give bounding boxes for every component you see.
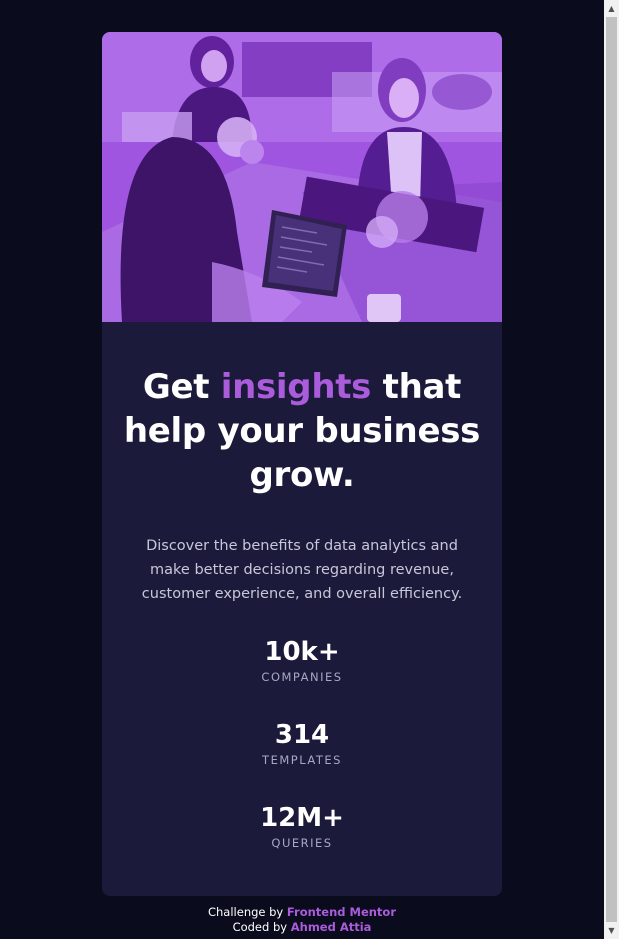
author-link[interactable]: Ahmed Attia: [291, 920, 372, 934]
hero-image: [102, 32, 502, 322]
scroll-up-arrow-icon[interactable]: ▲: [604, 0, 619, 17]
frontend-mentor-link[interactable]: Frontend Mentor: [287, 905, 396, 919]
scroll-down-arrow-icon[interactable]: ▼: [604, 922, 619, 939]
scrollbar-thumb[interactable]: [606, 17, 617, 922]
stat-value: 12M+: [260, 803, 344, 833]
stat-value: 10k+: [264, 637, 340, 667]
stat-queries: 12M+ QUERIES: [102, 802, 502, 851]
vertical-scrollbar[interactable]: ▲ ▼: [604, 0, 619, 939]
attribution-challenge-prefix: Challenge by: [207, 905, 287, 919]
stat-templates: 314 TEMPLATES: [102, 719, 502, 768]
stat-companies: 10k+ COMPANIES: [102, 636, 502, 685]
attribution-challenge-line: Challenge by Frontend Mentor: [102, 905, 502, 920]
page-viewport: Get insights that help your business gro…: [0, 0, 604, 939]
heading-text-before: Get: [142, 367, 221, 407]
card-heading: Get insights that help your business gro…: [102, 365, 502, 497]
stat-label: QUERIES: [271, 836, 333, 850]
stats-preview-card: Get insights that help your business gro…: [102, 32, 502, 896]
attribution-coder-line: Coded by Ahmed Attia: [102, 920, 502, 935]
stat-label: COMPANIES: [261, 670, 343, 684]
hero-illustration: [102, 32, 502, 322]
stat-label: TEMPLATES: [262, 753, 342, 767]
attribution-footer: Challenge by Frontend Mentor Coded by Ah…: [102, 905, 502, 935]
attribution-coder-prefix: Coded by: [232, 920, 291, 934]
card-description: Discover the benefits of data analytics …: [141, 537, 463, 602]
stat-value: 314: [274, 720, 330, 750]
heading-accent-word: insights: [220, 367, 372, 407]
